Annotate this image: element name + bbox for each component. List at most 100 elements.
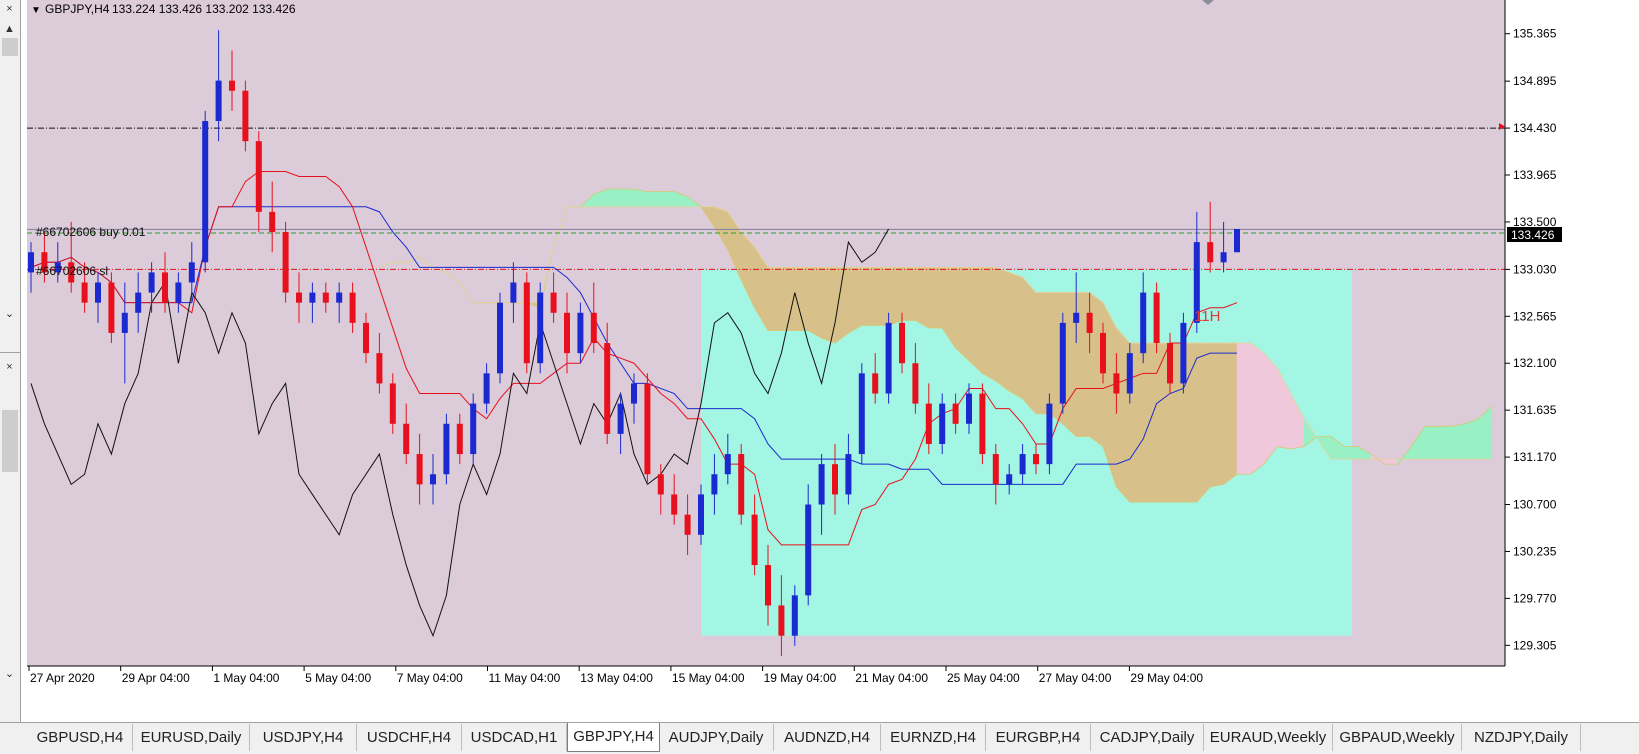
- candle-body[interactable]: [188, 262, 195, 283]
- candle-body[interactable]: [590, 312, 597, 344]
- candle-body[interactable]: [939, 403, 946, 444]
- candle-body[interactable]: [1207, 242, 1214, 263]
- tab-audnzd-h4[interactable]: AUDNZD,H4: [774, 724, 881, 751]
- candle-body[interactable]: [657, 474, 664, 495]
- candle-body[interactable]: [1220, 252, 1227, 263]
- candle-body[interactable]: [510, 282, 517, 303]
- chevron-down-icon[interactable]: ⌄: [1, 665, 18, 683]
- candle-body[interactable]: [28, 252, 34, 273]
- candle-body[interactable]: [483, 373, 490, 404]
- candle-body[interactable]: [175, 282, 182, 303]
- candle-body[interactable]: [1234, 229, 1240, 253]
- candle-body[interactable]: [604, 343, 611, 434]
- tab-gbpjpy-h4[interactable]: GBPJPY,H4: [567, 723, 660, 752]
- candle-body[interactable]: [1019, 454, 1026, 475]
- candle-body[interactable]: [925, 403, 932, 444]
- candle-body[interactable]: [121, 312, 128, 333]
- candle-body[interactable]: [631, 383, 637, 404]
- tab-eurusd-daily[interactable]: EURUSD,Daily: [133, 724, 250, 751]
- tab-usdjpy-h4[interactable]: USDJPY,H4: [250, 724, 357, 751]
- candle-body[interactable]: [564, 312, 570, 354]
- candle-body[interactable]: [1100, 332, 1106, 374]
- triangle-down-icon[interactable]: ▼: [31, 5, 41, 16]
- candle-body[interactable]: [845, 454, 852, 495]
- candle-body[interactable]: [416, 454, 423, 485]
- candle-body[interactable]: [617, 403, 624, 434]
- tab-usdchf-h4[interactable]: USDCHF,H4: [357, 724, 462, 751]
- candle-body[interactable]: [309, 292, 316, 303]
- candle-body[interactable]: [336, 292, 343, 303]
- candle-body[interactable]: [698, 494, 704, 535]
- candle-body[interactable]: [791, 595, 798, 636]
- candle-body[interactable]: [523, 282, 530, 364]
- candle-body[interactable]: [1033, 454, 1039, 465]
- candle-body[interactable]: [899, 322, 905, 364]
- candle-body[interactable]: [966, 393, 972, 424]
- candle-body[interactable]: [751, 514, 758, 566]
- candle-body[interactable]: [349, 292, 356, 323]
- candle-body[interactable]: [242, 90, 249, 142]
- order-buy-label[interactable]: #66702606 buy 0.01: [36, 225, 146, 239]
- candle-body[interactable]: [202, 121, 209, 263]
- candle-body[interactable]: [430, 474, 436, 485]
- candle-body[interactable]: [992, 454, 999, 485]
- candle-body[interactable]: [872, 373, 879, 394]
- candle-body[interactable]: [818, 464, 825, 505]
- tab-euraud-weekly[interactable]: EURAUD,Weekly: [1204, 724, 1333, 751]
- candle-body[interactable]: [1140, 292, 1147, 354]
- tab-eurgbp-h4[interactable]: EURGBP,H4: [986, 724, 1091, 751]
- candle-body[interactable]: [979, 393, 986, 455]
- candle-body[interactable]: [1180, 322, 1187, 384]
- tab-usdcad-h1[interactable]: USDCAD,H1: [462, 724, 567, 751]
- candle-body[interactable]: [389, 383, 396, 424]
- candle-body[interactable]: [1113, 373, 1120, 394]
- candle-body[interactable]: [671, 494, 678, 515]
- candle-body[interactable]: [885, 322, 892, 394]
- candle-body[interactable]: [322, 292, 329, 303]
- candle-body[interactable]: [577, 312, 584, 354]
- candle-body[interactable]: [135, 292, 142, 313]
- close-icon[interactable]: ×: [1, 358, 18, 376]
- candle-body[interactable]: [403, 423, 410, 455]
- candle-body[interactable]: [229, 80, 235, 91]
- candle-body[interactable]: [550, 292, 557, 313]
- candle-body[interactable]: [765, 565, 771, 606]
- candle-body[interactable]: [108, 282, 115, 333]
- candle-body[interactable]: [215, 80, 222, 122]
- candle-body[interactable]: [269, 211, 276, 233]
- scrollbar-thumb[interactable]: [2, 38, 18, 56]
- scrollbar-thumb[interactable]: [2, 410, 18, 472]
- candle-body[interactable]: [148, 272, 155, 293]
- candle-body[interactable]: [255, 141, 262, 212]
- candle-body[interactable]: [81, 282, 88, 303]
- candle-body[interactable]: [296, 292, 302, 303]
- candle-body[interactable]: [684, 514, 691, 535]
- candle-body[interactable]: [952, 403, 959, 424]
- candle-body[interactable]: [162, 272, 168, 303]
- candle-body[interactable]: [738, 454, 745, 515]
- chevron-down-icon[interactable]: ⌄: [1, 305, 18, 323]
- tab-nzdjpy-daily[interactable]: NZDJPY,Daily: [1462, 724, 1581, 751]
- tab-gbpaud-weekly[interactable]: GBPAUD,Weekly: [1333, 724, 1462, 751]
- close-icon[interactable]: ×: [1, 0, 18, 18]
- candle-body[interactable]: [95, 282, 101, 303]
- candle-body[interactable]: [443, 423, 450, 475]
- candle-body[interactable]: [1153, 292, 1160, 344]
- candle-body[interactable]: [1046, 403, 1053, 465]
- candle-body[interactable]: [537, 292, 544, 364]
- candle-body[interactable]: [497, 302, 503, 374]
- candle-body[interactable]: [363, 322, 369, 354]
- candle-body[interactable]: [456, 423, 463, 455]
- chevron-up-icon[interactable]: ▲: [1, 20, 18, 38]
- tab-eurnzd-h4[interactable]: EURNZD,H4: [881, 724, 986, 751]
- candle-body[interactable]: [1059, 322, 1066, 404]
- candle-body[interactable]: [376, 353, 383, 384]
- tab-cadjpy-daily[interactable]: CADJPY,Daily: [1091, 724, 1204, 751]
- tab-audjpy-daily[interactable]: AUDJPY,Daily: [659, 724, 774, 751]
- candle-body[interactable]: [711, 474, 718, 495]
- candle-body[interactable]: [912, 363, 919, 404]
- candle-body[interactable]: [1073, 312, 1080, 323]
- candle-body[interactable]: [1086, 312, 1093, 333]
- candle-body[interactable]: [1167, 343, 1173, 384]
- candle-body[interactable]: [1126, 353, 1133, 394]
